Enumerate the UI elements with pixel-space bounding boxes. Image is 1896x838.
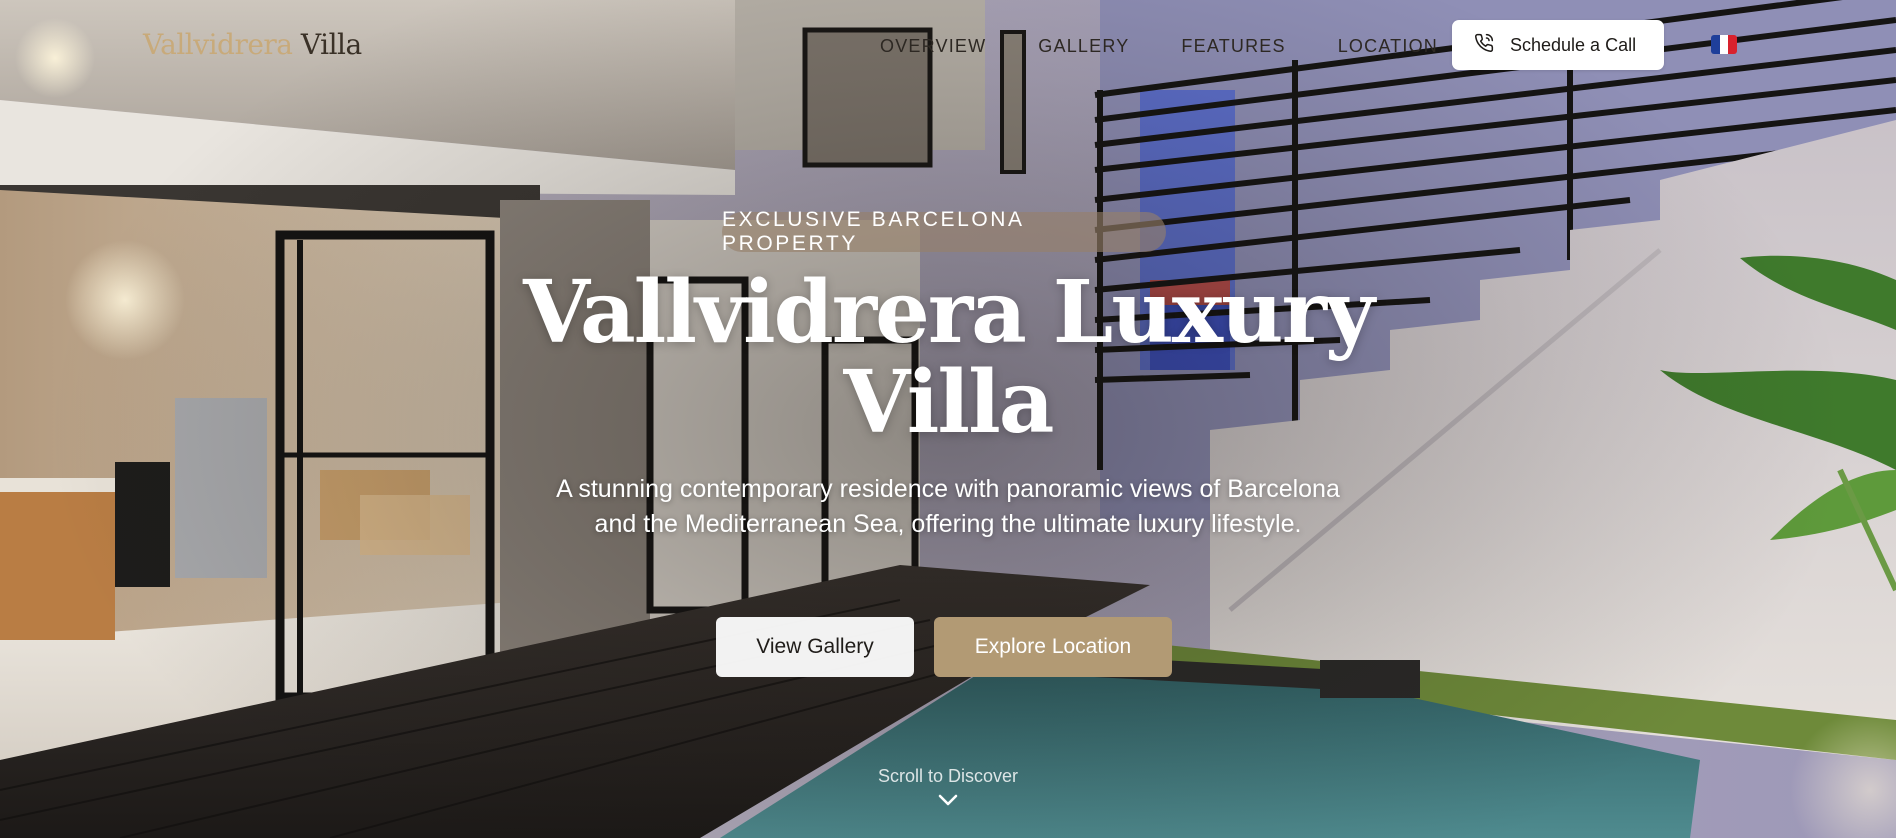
- scroll-hint-label: Scroll to Discover: [877, 766, 1019, 786]
- flag-france-icon[interactable]: [1711, 35, 1737, 54]
- explore-location-button[interactable]: Explore Location: [934, 617, 1172, 677]
- nav-link-features[interactable]: FEATURES: [1181, 36, 1285, 57]
- schedule-call-label: Schedule a Call: [1510, 34, 1637, 55]
- phone-icon: [1474, 33, 1494, 58]
- logo-text-secondary: Villa: [300, 28, 362, 61]
- chevron-down-icon: [938, 793, 958, 812]
- scroll-to-discover[interactable]: Scroll to Discover: [848, 766, 1048, 812]
- hero-title: Vallvidrera Luxury Villa: [448, 268, 1448, 448]
- hero-title-line-1: Vallvidrera Luxury: [523, 262, 1375, 363]
- site-header: Vallvidrera Villa OVERVIEW GALLERY FEATU…: [0, 0, 1896, 92]
- site-logo[interactable]: Vallvidrera Villa: [143, 28, 362, 61]
- nav-link-gallery[interactable]: GALLERY: [1038, 36, 1129, 57]
- logo-text-primary: Vallvidrera: [143, 28, 293, 61]
- main-nav: OVERVIEW GALLERY FEATURES LOCATION: [880, 36, 1438, 57]
- hero-badge: EXCLUSIVE BARCELONA PROPERTY: [722, 208, 1166, 255]
- nav-link-overview[interactable]: OVERVIEW: [880, 36, 986, 57]
- hero-title-line-2: Villa: [843, 352, 1055, 453]
- schedule-call-button[interactable]: Schedule a Call: [1452, 20, 1664, 70]
- view-gallery-button[interactable]: View Gallery: [716, 617, 914, 677]
- hero-subtitle: A stunning contemporary residence with p…: [556, 475, 1340, 538]
- nav-link-location[interactable]: LOCATION: [1338, 36, 1438, 57]
